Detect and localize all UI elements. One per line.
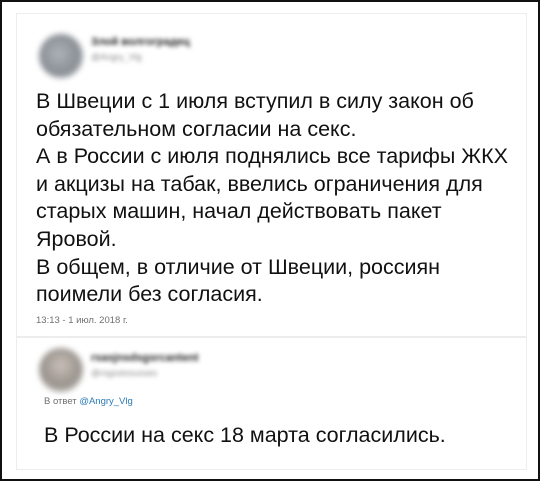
- reply-author-name[interactable]: rsasjnsdsgsrcantent: [91, 352, 199, 364]
- screenshot-frame: Злой волгоградец @Angry_Vlg В Швеции с 1…: [0, 0, 540, 481]
- tweet-text: В Швеции с 1 июля вступил в силу закон о…: [36, 88, 521, 309]
- tweet-paragraph: В Швеции с 1 июля вступил в силу закон о…: [36, 89, 474, 141]
- reply-author-avatar[interactable]: [39, 348, 83, 392]
- reply-text: В России на секс 18 марта согласились.: [44, 423, 446, 447]
- tweet-paragraph: А в России с июля поднялись все тарифы Ж…: [36, 144, 508, 251]
- author-name[interactable]: Злой волгоградец: [91, 36, 190, 48]
- author-avatar[interactable]: [39, 34, 83, 78]
- author-handle[interactable]: @Angry_Vlg: [91, 52, 142, 62]
- tweet-paragraph: В общем, в отличие от Швеции, россиян по…: [36, 254, 441, 307]
- reply-to-line: В ответ @Angry_Vlg: [44, 396, 133, 407]
- reply-to-mention[interactable]: @Angry_Vlg: [79, 396, 132, 407]
- reply-author-handle[interactable]: @rsgsstosusses: [91, 368, 157, 378]
- tweet-timestamp[interactable]: 13:13 - 1 июл. 2018 г.: [36, 315, 128, 326]
- reply-card: rsasjnsdsgsrcantent @rsgsstosusses В отв…: [17, 338, 526, 469]
- tweet-card: Злой волгоградец @Angry_Vlg В Швеции с 1…: [17, 14, 526, 336]
- reply-to-prefix: В ответ: [44, 396, 77, 407]
